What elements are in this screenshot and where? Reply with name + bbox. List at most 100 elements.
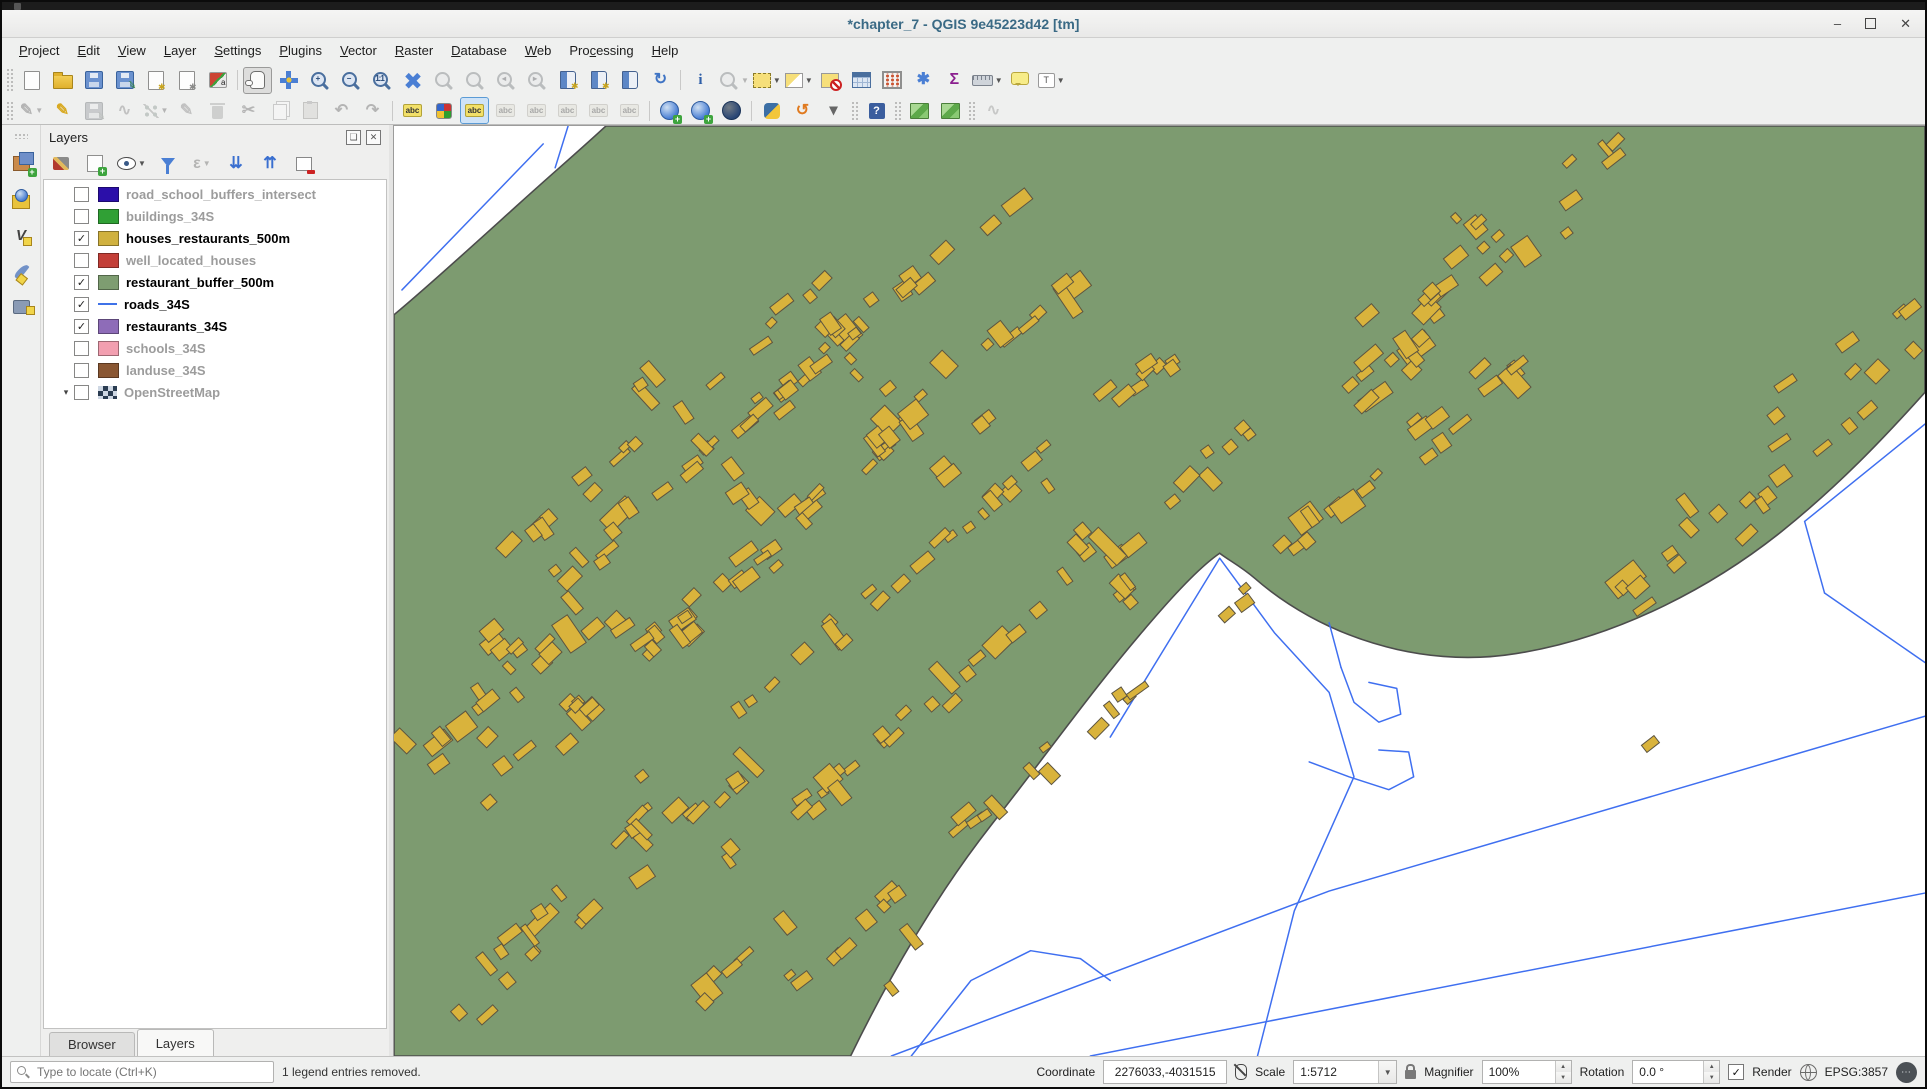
layer-labeling-icon[interactable]: abc <box>398 97 427 124</box>
run-feature-action-icon[interactable]: ▼ <box>717 67 750 94</box>
add-group-icon[interactable] <box>82 151 108 176</box>
label-move-icon[interactable]: abc <box>584 97 613 124</box>
layer-name[interactable]: buildings_34S <box>126 209 214 224</box>
layer-row[interactable]: buildings_34S <box>44 205 386 227</box>
manage-map-themes-icon[interactable]: ▼ <box>116 151 147 176</box>
save-layer-edits-icon[interactable]: ✎ <box>79 97 108 124</box>
layer-row[interactable]: ✓restaurants_34S <box>44 315 386 337</box>
layer-checkbox[interactable]: ✓ <box>74 319 89 334</box>
minimize-icon[interactable]: – <box>1834 17 1841 30</box>
remove-layer-icon[interactable] <box>291 151 317 176</box>
layer-name[interactable]: road_school_buffers_intersect <box>126 187 316 202</box>
deselect-all-icon[interactable] <box>816 67 845 94</box>
layer-row[interactable]: road_school_buffers_intersect <box>44 183 386 205</box>
data-source-manager-icon[interactable] <box>8 151 34 175</box>
redo-icon[interactable]: ↷ <box>358 97 387 124</box>
undo-icon[interactable]: ↶ <box>327 97 356 124</box>
save-project-as-icon[interactable]: ✎ <box>110 67 139 94</box>
layer-row[interactable]: landuse_34S <box>44 359 386 381</box>
select-by-form-icon[interactable]: ▼ <box>784 67 814 94</box>
chevron-down-icon[interactable]: ▼ <box>1378 1061 1396 1083</box>
refresh-icon[interactable]: ↻ <box>646 67 675 94</box>
osm-place-search-icon[interactable] <box>717 97 746 124</box>
modify-attributes-icon[interactable]: ✎ <box>172 97 201 124</box>
magnifier-spinner[interactable]: 100% ▲▼ <box>1482 1060 1572 1084</box>
spin-up-icon[interactable]: ▲ <box>1556 1061 1571 1072</box>
crs-globe-icon[interactable] <box>1800 1064 1817 1081</box>
paste-features-icon[interactable] <box>296 97 325 124</box>
scale-combo[interactable]: 1:5712 ▼ <box>1293 1060 1397 1084</box>
zoom-to-layer-icon[interactable] <box>460 67 489 94</box>
layer-row[interactable]: ▾OpenStreetMap <box>44 381 386 403</box>
show-layout-manager-icon[interactable] <box>172 67 201 94</box>
menu-processing[interactable]: Processing <box>560 40 642 61</box>
tab-browser[interactable]: Browser <box>49 1032 135 1056</box>
menu-database[interactable]: Database <box>442 40 516 61</box>
text-annotation-icon[interactable]: T▼ <box>1037 67 1066 94</box>
render-checkbox[interactable]: ✓ <box>1728 1064 1744 1080</box>
rotation-spinner[interactable]: 0.0 ° ▲▼ <box>1632 1060 1720 1084</box>
toolbar-overflow-icon[interactable]: ▾ <box>819 97 848 124</box>
cut-features-icon[interactable]: ✂ <box>234 97 263 124</box>
menu-raster[interactable]: Raster <box>386 40 442 61</box>
new-bookmark-icon[interactable] <box>553 67 582 94</box>
metasearch-add2-icon[interactable] <box>686 97 715 124</box>
panel-close-icon[interactable]: ✕ <box>366 130 381 145</box>
open-layer-styling-icon[interactable] <box>48 151 74 176</box>
label-highlight-icon[interactable]: abc <box>460 97 489 124</box>
map-tips-icon[interactable] <box>1006 67 1035 94</box>
menu-view[interactable]: View <box>109 40 155 61</box>
spin-up-icon[interactable]: ▲ <box>1704 1061 1719 1072</box>
pan-to-selection-icon[interactable] <box>274 67 303 94</box>
map-canvas[interactable] <box>393 125 1925 1056</box>
menu-layer[interactable]: Layer <box>155 40 206 61</box>
add-spatialite-layer-icon[interactable] <box>8 187 34 211</box>
layer-name[interactable]: restaurant_buffer_500m <box>126 275 274 290</box>
help-contents-icon[interactable]: ? <box>862 97 891 124</box>
tab-layers[interactable]: Layers <box>137 1029 214 1056</box>
identify-features-icon[interactable]: i <box>686 67 715 94</box>
vertex-tool-icon[interactable]: ▼ <box>141 97 170 124</box>
label-add-icon[interactable]: abc <box>553 97 582 124</box>
new-project-icon[interactable] <box>17 67 46 94</box>
add-wms-layer-icon[interactable] <box>8 295 34 319</box>
quickmap-services-icon[interactable] <box>905 97 934 124</box>
layer-name[interactable]: schools_34S <box>126 341 206 356</box>
layer-name[interactable]: OpenStreetMap <box>124 385 220 400</box>
new-print-layout-icon[interactable] <box>141 67 170 94</box>
digitize-icon[interactable]: ∿ <box>110 97 139 124</box>
layer-checkbox[interactable] <box>74 385 89 400</box>
quickosm-icon[interactable] <box>936 97 965 124</box>
measure-icon[interactable]: ▼ <box>971 67 1004 94</box>
layer-diagram-icon[interactable] <box>429 97 458 124</box>
layer-name[interactable]: houses_restaurants_500m <box>126 231 290 246</box>
locate-input[interactable] <box>35 1064 267 1080</box>
pan-map-icon[interactable] <box>243 67 272 94</box>
zoom-full-icon[interactable] <box>398 67 427 94</box>
field-calculator-icon[interactable] <box>878 67 907 94</box>
expand-all-icon[interactable]: ⇊ <box>223 151 249 176</box>
layer-row[interactable]: ✓restaurant_buffer_500m <box>44 271 386 293</box>
menu-project[interactable]: Project <box>10 40 68 61</box>
delete-selected-icon[interactable] <box>203 97 232 124</box>
coordinate-input[interactable] <box>1103 1060 1227 1084</box>
collapse-all-icon[interactable]: ⇈ <box>257 151 283 176</box>
zoom-to-selection-icon[interactable] <box>429 67 458 94</box>
open-attribute-table-icon[interactable] <box>847 67 876 94</box>
zoom-next-icon[interactable]: ▸ <box>522 67 551 94</box>
layer-row[interactable]: ✓ roads_34S <box>44 293 386 315</box>
layer-name[interactable]: roads_34S <box>124 297 190 312</box>
label-pin-icon[interactable]: abc <box>491 97 520 124</box>
label-show-hide-icon[interactable]: abc <box>522 97 551 124</box>
spin-down-icon[interactable]: ▼ <box>1704 1072 1719 1083</box>
zoom-last-icon[interactable]: ◂ <box>491 67 520 94</box>
style-manager-icon[interactable]: a <box>203 67 232 94</box>
layer-row[interactable]: ✓houses_restaurants_500m <box>44 227 386 249</box>
layer-checkbox[interactable]: ✓ <box>74 297 89 312</box>
spin-down-icon[interactable]: ▼ <box>1556 1072 1571 1083</box>
zoom-in-icon[interactable]: + <box>305 67 334 94</box>
save-project-icon[interactable] <box>79 67 108 94</box>
layer-checkbox[interactable] <box>74 209 89 224</box>
menu-plugins[interactable]: Plugins <box>270 40 331 61</box>
layer-row[interactable]: schools_34S <box>44 337 386 359</box>
